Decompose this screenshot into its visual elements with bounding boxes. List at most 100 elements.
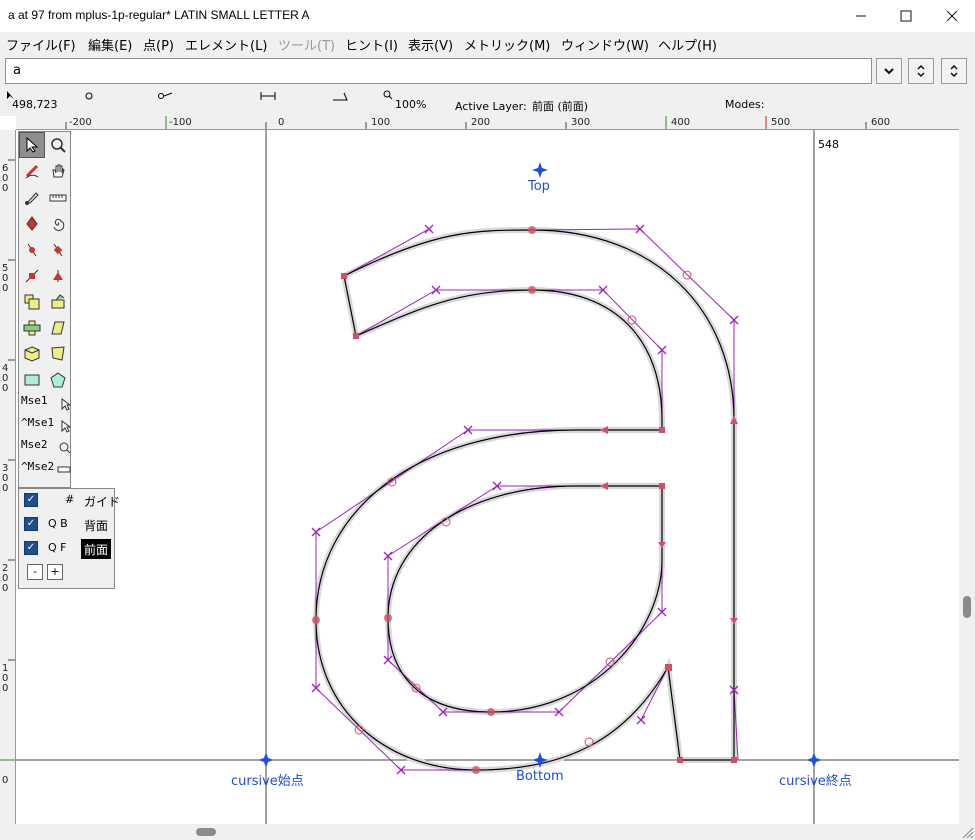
ruler-label: 200 xyxy=(471,117,491,128)
layer-visible-checkbox[interactable]: ✓ xyxy=(24,493,38,507)
ruler-label: 600 xyxy=(871,117,891,128)
layer-name[interactable]: ガイド xyxy=(81,491,123,511)
remove-layer-button[interactable]: - xyxy=(27,564,43,580)
ruler-label: 200 xyxy=(2,563,9,594)
close-button[interactable] xyxy=(929,0,975,32)
layer-name[interactable]: 前面 xyxy=(81,539,112,559)
modes-label: Modes: xyxy=(725,98,765,111)
curve-point-icon xyxy=(27,243,37,257)
menu-help[interactable]: ヘルプ(H) xyxy=(658,35,717,54)
flip-tool[interactable] xyxy=(19,315,45,341)
menu-element[interactable]: エレメント(L) xyxy=(185,35,267,54)
polygon-tool[interactable] xyxy=(45,367,71,393)
ruler-label: 0 xyxy=(278,117,285,128)
menu-view[interactable]: 表示(V) xyxy=(408,35,453,54)
menu-window[interactable]: ウィンドウ(W) xyxy=(561,35,649,54)
glyph-selector-row: a xyxy=(0,54,975,88)
menu-bar: ファイル(F) 編集(E) 点(P) エレメント(L) ツール(T) ヒント(I… xyxy=(0,32,975,54)
glyph-input[interactable]: a xyxy=(5,58,872,84)
mouse1-label: Mse1 xyxy=(21,394,48,407)
rectangle-tool[interactable] xyxy=(19,367,45,393)
menu-point[interactable]: 点(P) xyxy=(143,35,174,54)
prev-glyph-button[interactable] xyxy=(908,58,934,84)
scroll-tool[interactable] xyxy=(45,158,71,184)
rotate-3d-tool[interactable] xyxy=(19,341,45,367)
resize-grip[interactable] xyxy=(959,824,975,840)
zoom-level: 100% xyxy=(395,98,427,111)
vertical-ruler: 600 500 400 300 200 100 0 xyxy=(0,130,16,824)
curve-point-tool[interactable] xyxy=(19,237,45,263)
hv-curve-point-tool[interactable] xyxy=(45,237,71,263)
layer-visible-checkbox[interactable]: ✓ xyxy=(24,517,38,531)
hv-curve-point-icon xyxy=(53,243,63,257)
ruler-label: 600 xyxy=(2,163,9,194)
point-icon xyxy=(85,92,93,100)
ruler-label: 100 xyxy=(371,117,391,128)
vertical-scrollbar[interactable] xyxy=(959,116,975,824)
flip-icon xyxy=(23,320,41,336)
corner-point-tool[interactable] xyxy=(19,263,45,289)
vertical-scroll-thumb[interactable] xyxy=(963,596,971,618)
pencil-icon xyxy=(25,164,39,179)
ruler-tool[interactable] xyxy=(45,185,71,211)
pointer-tool[interactable] xyxy=(19,132,45,158)
layer-name[interactable]: 背面 xyxy=(81,515,111,535)
ruler-icon xyxy=(57,466,71,473)
rotate-icon xyxy=(51,294,65,309)
menu-file[interactable]: ファイル(F) xyxy=(6,35,76,54)
advance-width-value: 548 xyxy=(818,138,839,151)
skew-tool[interactable] xyxy=(45,315,71,341)
anchor-top-label[interactable]: Top xyxy=(528,179,550,194)
hand-icon xyxy=(52,164,65,178)
pointer-icon xyxy=(61,398,71,411)
horizontal-scrollbar[interactable] xyxy=(16,824,959,840)
layer-flags: Q F xyxy=(48,541,67,554)
rotate-tool[interactable] xyxy=(45,289,71,315)
menu-edit[interactable]: 編集(E) xyxy=(88,35,132,54)
glyph-outline-drawing xyxy=(16,130,959,824)
maximize-icon xyxy=(900,10,912,22)
spiral-icon xyxy=(53,218,65,231)
magnify-icon xyxy=(59,442,71,454)
ruler-label: 100 xyxy=(2,663,9,694)
magnify-icon xyxy=(51,138,66,153)
info-bar: 498,723 100% Active Layer: 前面 (前面) Modes… xyxy=(0,88,975,116)
pen-tool[interactable] xyxy=(19,211,45,237)
layer-row-fore[interactable]: ✓ Q F 前面 xyxy=(19,537,116,559)
knife-tool[interactable] xyxy=(19,185,45,211)
horizontal-scroll-thumb[interactable] xyxy=(196,828,216,836)
spiro-tool[interactable] xyxy=(45,211,71,237)
up-down-arrow-icon xyxy=(917,65,925,77)
layer-row-back[interactable]: ✓ Q B 背面 xyxy=(19,513,116,535)
scale-icon xyxy=(24,294,40,310)
freehand-tool[interactable] xyxy=(19,158,45,184)
width-icon xyxy=(260,92,276,100)
tangent-point-tool[interactable] xyxy=(45,263,71,289)
add-layer-button[interactable]: + xyxy=(47,564,63,580)
control-handles xyxy=(315,228,739,771)
minimize-button[interactable] xyxy=(838,0,884,32)
maximize-button[interactable] xyxy=(883,0,929,32)
perspective-tool[interactable] xyxy=(45,341,71,367)
chevron-down-icon xyxy=(884,68,894,75)
menu-hints[interactable]: ヒント(I) xyxy=(345,35,398,54)
anchor-cursive-start-label[interactable]: cursive始点 xyxy=(231,770,304,789)
magnify-tool[interactable] xyxy=(45,132,71,158)
pen-icon xyxy=(26,216,38,231)
layer-visible-checkbox[interactable]: ✓ xyxy=(24,541,38,555)
ruler-label: 500 xyxy=(771,117,791,128)
skew-icon xyxy=(51,321,65,335)
anchor-bottom-label[interactable]: Bottom xyxy=(516,769,564,784)
ruler-icon xyxy=(49,194,67,202)
ruler-label: 300 xyxy=(2,463,9,494)
scale-tool[interactable] xyxy=(19,289,45,315)
anchor-cursive-end-label[interactable]: cursive終点 xyxy=(779,770,852,789)
glyph-canvas[interactable]: 548 Top Bottom cursive始点 cursive終点 xyxy=(16,130,959,824)
next-glyph-button[interactable] xyxy=(941,58,967,84)
ruler-label: -200 xyxy=(69,117,92,128)
menu-tools[interactable]: ツール(T) xyxy=(278,35,335,54)
menu-metrics[interactable]: メトリック(M) xyxy=(464,35,550,54)
layer-row-guide[interactable]: ✓ # ガイド xyxy=(19,489,120,511)
dropdown-button[interactable] xyxy=(876,58,902,84)
ruler-label: 300 xyxy=(571,117,591,128)
